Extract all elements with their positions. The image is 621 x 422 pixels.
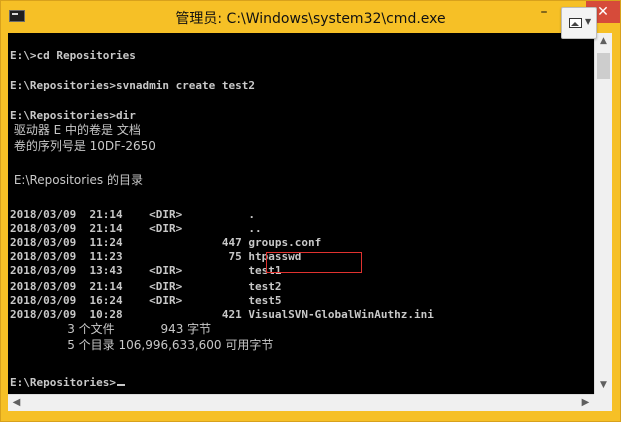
console-output[interactable]: E:\>cd Repositories E:\Repositories>svna… <box>8 33 594 394</box>
directory-row: 2018/03/09 11:23 75 htpasswd <box>10 250 302 263</box>
scroll-down-icon[interactable]: ▼ <box>595 377 612 394</box>
summary-files: 3 个文件 943 字节 <box>10 322 212 336</box>
directory-row-test2: 2018/03/09 21:14 <DIR> test2 <box>10 280 282 293</box>
directory-row: 2018/03/09 13:43 <DIR> test1 <box>10 264 282 277</box>
summary-dirs: 5 个目录 106,996,633,600 可用字节 <box>10 338 274 352</box>
directory-row: 2018/03/09 10:28 421 VisualSVN-GlobalWin… <box>10 308 434 321</box>
directory-row: 2018/03/09 21:14 <DIR> . <box>10 208 256 221</box>
title-bar[interactable]: 管理员: C:\Windows\system32\cmd.exe – ✕ <box>1 1 620 33</box>
resize-grip[interactable] <box>594 394 612 411</box>
prompt-text: E:\Repositories> <box>10 376 116 389</box>
horizontal-scrollbar[interactable]: ◀ ▶ <box>8 394 594 411</box>
window-title: 管理员: C:\Windows\system32\cmd.exe <box>175 11 446 27</box>
image-action-button[interactable]: ▼ <box>561 7 597 39</box>
scroll-left-icon[interactable]: ◀ <box>8 395 25 411</box>
scroll-right-icon[interactable]: ▶ <box>577 395 594 411</box>
picture-icon <box>569 18 582 28</box>
directory-row: 2018/03/09 21:14 <DIR> .. <box>10 222 262 235</box>
minimize-button[interactable]: – <box>531 4 557 24</box>
console-line: 卷的序列号是 10DF-2650 <box>10 139 156 153</box>
console-line: E:\Repositories>dir <box>10 109 136 122</box>
vertical-scroll-thumb[interactable] <box>597 53 610 79</box>
console-line: E:\Repositories>svnadmin create test2 <box>10 79 256 92</box>
directory-row: 2018/03/09 16:24 <DIR> test5 <box>10 294 282 307</box>
chevron-down-icon: ▼ <box>585 17 592 26</box>
console-line: E:\Repositories 的目录 <box>10 173 143 187</box>
prompt-line[interactable]: E:\Repositories> <box>10 376 125 390</box>
console-line: 驱动器 E 中的卷是 文档 <box>10 123 141 137</box>
text-cursor <box>116 384 125 386</box>
console-line: E:\>cd Repositories <box>10 49 136 62</box>
scroll-up-icon[interactable]: ▲ <box>595 33 612 50</box>
directory-row: 2018/03/09 11:24 447 groups.conf <box>10 236 322 249</box>
vertical-scrollbar[interactable]: ▲ ▼ <box>594 33 612 394</box>
cmd-window: 管理员: C:\Windows\system32\cmd.exe – ✕ E:\… <box>0 0 621 422</box>
test2-highlight-box <box>266 252 362 273</box>
